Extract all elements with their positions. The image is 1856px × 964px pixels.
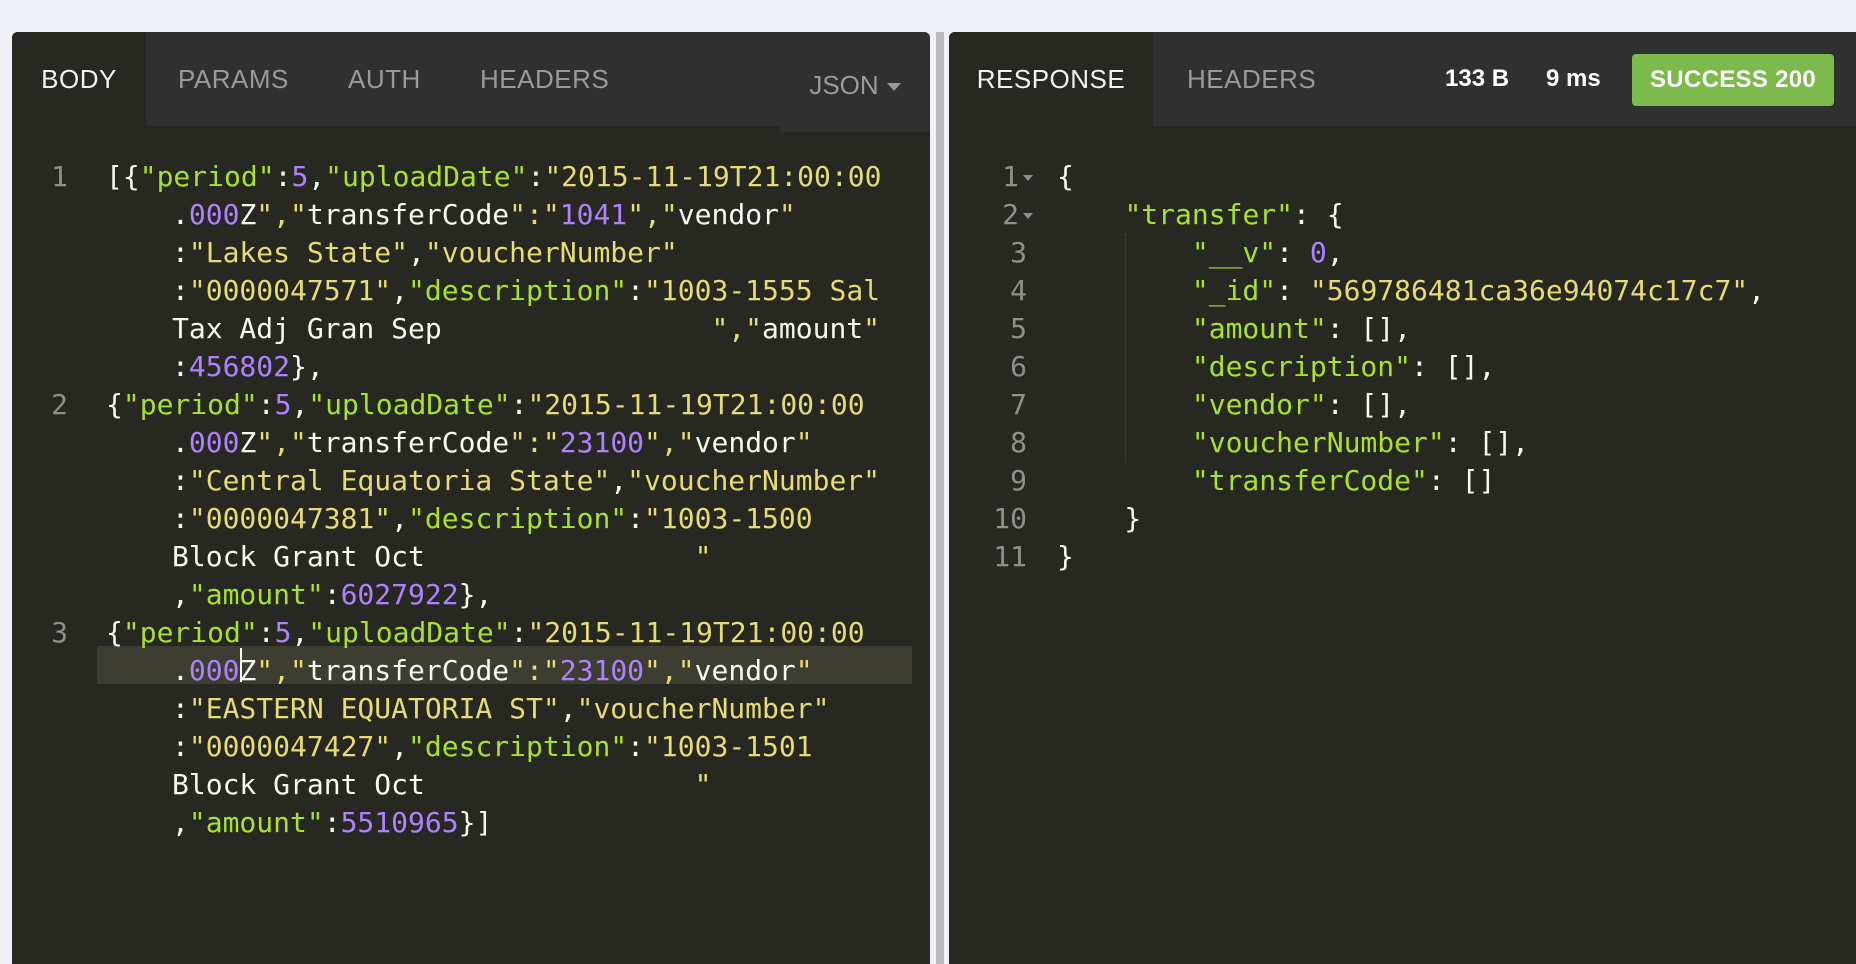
request-pane: BODY PARAMS AUTH HEADERS JSON 1 2 3 [{"p…	[12, 32, 930, 964]
request-tabbar: BODY PARAMS AUTH HEADERS JSON	[12, 32, 930, 132]
code-line: Block Grant Oct "	[172, 768, 712, 801]
tab-response[interactable]: RESPONSE	[949, 32, 1153, 126]
pane-splitter[interactable]	[936, 32, 944, 964]
code-line: "_id": "569786481ca36e94074c17c7",	[1191, 274, 1766, 307]
tab-params[interactable]: PARAMS	[178, 32, 289, 126]
line-number: 7	[983, 386, 1027, 424]
code-line: "amount": [],	[1191, 312, 1412, 345]
tab-body[interactable]: BODY	[12, 32, 146, 126]
code-line: :"0000047571","description":"1003-1555 S…	[172, 274, 881, 307]
code-line: ,"amount":5510965}]	[172, 806, 493, 839]
line-number: 8	[983, 424, 1027, 462]
chevron-down-icon	[886, 83, 901, 92]
line-number-text: 2	[1002, 198, 1019, 231]
status-badge: SUCCESS 200	[1632, 54, 1835, 106]
request-body-editor[interactable]: 1 2 3 [{"period":5,"uploadDate":"2015-11…	[12, 158, 930, 964]
line-number-text: 7	[1010, 388, 1027, 421]
line-number: 4	[983, 272, 1027, 310]
response-time: 9 ms	[1546, 65, 1601, 92]
code-line: :"EASTERN EQUATORIA ST","voucherNumber"	[172, 692, 830, 725]
fold-toggle-icon[interactable]	[1023, 213, 1033, 219]
code-line: "__v": 0,	[1191, 236, 1344, 269]
code-line: "voucherNumber": [],	[1191, 426, 1530, 459]
line-number-text: 3	[1010, 236, 1027, 269]
code-line: :"Lakes State","voucherNumber"	[172, 236, 678, 269]
tab-headers[interactable]: HEADERS	[480, 32, 609, 126]
format-dropdown-label: JSON	[809, 70, 879, 100]
code-line: [{"period":5,"uploadDate":"2015-11-19T21…	[106, 160, 882, 193]
code-line: "description": [],	[1191, 350, 1496, 383]
code-line: .000Z","transferCode":"1041","vendor"	[172, 198, 796, 231]
response-pane: RESPONSE HEADERS 133 B 9 ms SUCCESS 200 …	[949, 32, 1856, 964]
line-number: 1	[983, 158, 1033, 196]
line-number: 9	[983, 462, 1027, 500]
fold-toggle-icon[interactable]	[1023, 175, 1033, 181]
response-body-viewer: 1 2 3 4 5 6 7 8 9 10 11 { "transfer": { "__v": 0, …	[949, 158, 1856, 964]
line-number: 2	[983, 196, 1033, 234]
code-line: :456802},	[172, 350, 324, 383]
code-line: :"0000047427","description":"1003-1501	[172, 730, 813, 763]
line-number-text: 9	[1010, 464, 1027, 497]
response-tabbar: RESPONSE HEADERS 133 B 9 ms SUCCESS 200	[949, 32, 1856, 126]
line-number-text: 11	[993, 540, 1027, 573]
line-number: 3	[983, 234, 1027, 272]
line-number: 2	[51, 388, 68, 421]
line-number: 6	[983, 348, 1027, 386]
response-size: 133 B	[1445, 65, 1510, 92]
line-number: 10	[983, 500, 1027, 538]
line-number: 1	[51, 160, 68, 193]
text-cursor	[240, 648, 242, 682]
line-number: 5	[983, 310, 1027, 348]
code-line: :"Central Equatoria State","voucherNumbe…	[172, 464, 881, 497]
code-line: "transfer": {	[1124, 198, 1344, 231]
line-number-text: 10	[993, 502, 1027, 535]
line-number-text: 4	[1010, 274, 1027, 307]
code-line: "vendor": [],	[1191, 388, 1412, 421]
format-dropdown[interactable]: JSON	[780, 32, 930, 132]
code-line: }	[1057, 540, 1074, 573]
code-line: :"0000047381","description":"1003-1500	[172, 502, 813, 535]
code-line: .000Z","transferCode":"23100","vendor"	[172, 426, 813, 459]
code-line: "transferCode": []	[1191, 464, 1496, 497]
line-number-text: 1	[1002, 160, 1019, 193]
code-line: Block Grant Oct "	[172, 540, 712, 573]
line-number-text: 6	[1010, 350, 1027, 383]
line-number-text: 5	[1010, 312, 1027, 345]
code-line: }	[1057, 502, 1142, 535]
code-line: {	[1057, 160, 1074, 193]
line-number: 3	[51, 616, 68, 649]
code-line: .000Z","transferCode":"23100","vendor"	[172, 654, 813, 687]
tab-response-headers[interactable]: HEADERS	[1187, 32, 1316, 126]
code-line: ,"amount":6027922},	[172, 578, 493, 611]
line-number: 11	[983, 538, 1027, 576]
tab-auth[interactable]: AUTH	[348, 32, 421, 126]
code-line: {"period":5,"uploadDate":"2015-11-19T21:…	[106, 616, 865, 649]
code-line: Tax Adj Gran Sep ","amount"	[172, 312, 881, 345]
line-number-text: 8	[1010, 426, 1027, 459]
code-line: {"period":5,"uploadDate":"2015-11-19T21:…	[106, 388, 865, 421]
